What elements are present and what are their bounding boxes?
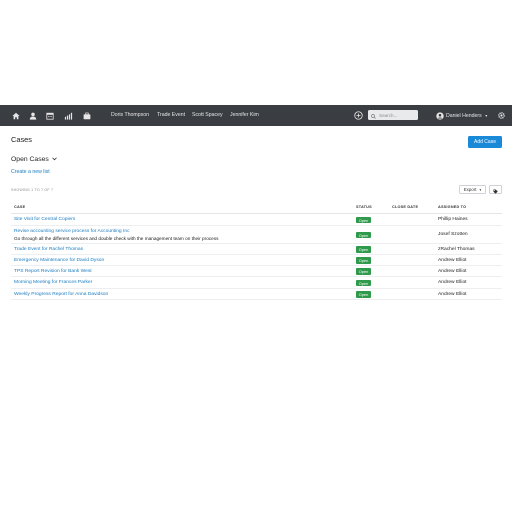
nav-link-scott-spacey[interactable]: Scott Spacey (192, 105, 223, 126)
export-label: Export (463, 187, 477, 192)
table-row[interactable]: Trade Event for Rachel Thomas Open zRach… (11, 244, 502, 255)
table-row[interactable]: Revise accounting service process for Ac… (11, 226, 502, 244)
case-link[interactable]: TPS Report Revision for Bank West (14, 269, 92, 274)
column-header-status[interactable]: STATUS (356, 205, 372, 209)
table-row[interactable]: Emergency Maintenance for David Dyson Op… (11, 255, 502, 266)
column-header-assigned-to[interactable]: ASSIGNED TO (438, 205, 466, 209)
table-row[interactable]: Morning Meeting for Frances Parker Open … (11, 277, 502, 289)
table-row[interactable]: Site Visit for Central Copiers Open Phil… (11, 214, 502, 226)
case-description: Go through all the different services an… (14, 235, 219, 241)
case-link[interactable]: Revise accounting service process for Ac… (14, 229, 130, 234)
table-row[interactable]: TPS Report Revision for Bank West Open A… (11, 266, 502, 277)
assigned-to: zRachel Thomas (438, 246, 475, 252)
assigned-to: Andrew Elliot (438, 280, 467, 285)
user-menu[interactable]: Daniel Henders ▾ (446, 105, 487, 126)
status-badge: Open (356, 216, 371, 224)
top-nav-bar: Doris Thompson Trade Event Scott Spacey … (0, 105, 512, 126)
chevron-down-icon (51, 156, 57, 163)
bar-chart-icon[interactable] (61, 105, 75, 126)
column-header-case[interactable]: CASE (14, 205, 25, 209)
assigned-to: Josef Szotten (438, 232, 468, 237)
export-button[interactable]: Export ▾ (459, 185, 486, 194)
assigned-to: Andrew Elliot (438, 268, 467, 274)
search-icon (371, 106, 376, 124)
briefcase-icon[interactable] (80, 105, 94, 126)
table-row[interactable]: Weekly Progress Report for Anna Davidson… (11, 289, 502, 300)
table-header: CASE STATUS CLOSE DATE ASSIGNED TO (11, 202, 502, 214)
tag-filter-button[interactable] (489, 185, 502, 194)
case-link[interactable]: Emergency Maintenance for David Dyson (14, 258, 104, 263)
gear-icon[interactable] (494, 105, 508, 126)
assigned-to: Phillip Haines (438, 217, 468, 222)
assigned-to: Andrew Elliot (438, 257, 467, 263)
user-avatar-icon[interactable] (433, 105, 447, 126)
nav-link-trade-event[interactable]: Trade Event (157, 105, 185, 126)
search-placeholder: Search... (379, 112, 398, 118)
showing-count: SHOWING 1 TO 7 OF 7 (11, 188, 54, 192)
column-header-close-date[interactable]: CLOSE DATE (392, 205, 418, 209)
page-title: Cases (11, 135, 32, 144)
list-title: Open Cases (11, 156, 49, 163)
status-badge: Open (356, 257, 371, 264)
case-link[interactable]: Trade Event for Rachel Thomas (14, 247, 83, 252)
status-badge: Open (356, 246, 371, 253)
assigned-to: Andrew Elliot (438, 291, 467, 297)
list-selector[interactable]: Open Cases (11, 156, 57, 163)
status-badge: Open (356, 231, 371, 239)
calendar-icon[interactable] (43, 105, 57, 126)
nav-link-doris-thompson[interactable]: Doris Thompson (111, 105, 149, 126)
person-icon[interactable] (26, 105, 40, 126)
chevron-down-icon: ▾ (485, 113, 488, 118)
status-badge: Open (356, 291, 371, 298)
nav-link-jennifer-kim[interactable]: Jennifer Kim (230, 105, 259, 126)
chevron-down-icon: ▾ (479, 187, 482, 192)
cases-table: CASE STATUS CLOSE DATE ASSIGNED TO Site … (11, 202, 502, 300)
case-link[interactable]: Site Visit for Central Copiers (14, 217, 75, 222)
case-link[interactable]: Weekly Progress Report for Anna Davidson (14, 292, 108, 297)
user-name: Daniel Henders (446, 113, 482, 119)
home-icon[interactable] (9, 105, 23, 126)
tag-icon (493, 181, 498, 199)
add-case-button[interactable]: Add Case (468, 136, 502, 148)
case-link[interactable]: Morning Meeting for Frances Parker (14, 280, 92, 285)
search-input[interactable]: Search... (368, 110, 418, 120)
create-list-link[interactable]: Create a new list (11, 169, 50, 175)
status-badge: Open (356, 279, 371, 287)
status-badge: Open (356, 268, 371, 275)
add-circle-icon[interactable] (351, 105, 365, 126)
